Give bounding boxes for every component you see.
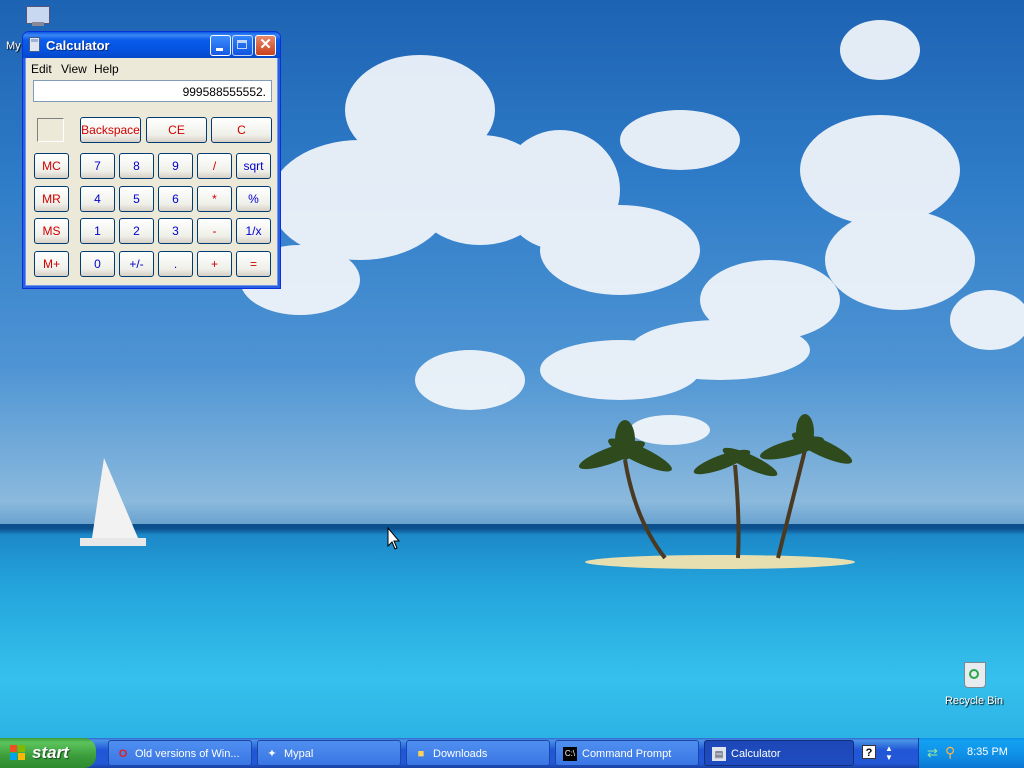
task-label: Downloads [433, 748, 488, 760]
equals-button[interactable]: = [236, 251, 271, 277]
folder-icon: ■ [417, 748, 425, 760]
percent-button[interactable]: % [236, 186, 271, 212]
calculator-icon [29, 37, 40, 52]
my-computer-icon [24, 4, 54, 30]
digit-0-button[interactable]: 0 [80, 251, 115, 277]
menu-view[interactable]: View [61, 62, 87, 76]
my-computer-label: My [6, 40, 21, 52]
clear-entry-button[interactable]: CE [146, 117, 207, 143]
clear-button[interactable]: C [211, 117, 272, 143]
show-hidden-icons-chevron-icon[interactable]: ▲ ▼ [885, 744, 897, 762]
digit-1-button[interactable]: 1 [80, 218, 115, 244]
memory-indicator [37, 118, 64, 142]
memory-add-button[interactable]: M+ [34, 251, 69, 277]
plus-button[interactable]: + [197, 251, 232, 277]
digit-8-button[interactable]: 8 [119, 153, 154, 179]
digit-3-button[interactable]: 3 [158, 218, 193, 244]
task-label: Calculator [731, 748, 781, 760]
digit-9-button[interactable]: 9 [158, 153, 193, 179]
search-icon[interactable]: ⚲ [945, 744, 955, 761]
windows-logo-icon [10, 745, 26, 761]
memory-clear-button[interactable]: MC [34, 153, 69, 179]
mypal-icon: ✦ [267, 748, 277, 760]
digit-5-button[interactable]: 5 [119, 186, 154, 212]
plus-minus-button[interactable]: +/- [119, 251, 154, 277]
recycle-bin-label: Recycle Bin [944, 695, 1004, 707]
menu-help[interactable]: Help [94, 62, 119, 76]
minimize-icon [216, 48, 223, 51]
maximize-icon [237, 40, 247, 49]
menu-bar: Edit View Help [26, 59, 277, 77]
recycle-bin-desktop-icon[interactable]: Recycle Bin [944, 656, 1004, 712]
calculator-icon: ▤ [712, 747, 726, 761]
task-label: Command Prompt [582, 748, 672, 760]
digit-2-button[interactable]: 2 [119, 218, 154, 244]
task-label: Old versions of Win... [135, 748, 240, 760]
close-button[interactable]: ✕ [255, 35, 276, 56]
taskbar-item-command-prompt[interactable]: C:\ Command Prompt [555, 740, 699, 766]
taskbar-item-mypal[interactable]: ✦ Mypal [257, 740, 401, 766]
title-bar[interactable]: Calculator ✕ [23, 32, 280, 58]
minimize-button[interactable] [210, 35, 231, 56]
cmd-icon: C:\ [563, 747, 577, 761]
task-label: Mypal [284, 748, 314, 760]
taskbar-item-opera[interactable]: O Old versions of Win... [108, 740, 252, 766]
network-icon[interactable]: ⇄ [927, 745, 938, 761]
start-label: start [32, 743, 69, 762]
calculator-window[interactable]: Calculator ✕ Edit View Help 999588555552… [22, 31, 281, 289]
recycle-bin-icon [962, 658, 986, 688]
desktop[interactable]: My Recycle Bin Calculator ✕ Edit View He… [0, 0, 1024, 738]
help-icon[interactable]: ? [862, 745, 876, 759]
memory-recall-button[interactable]: MR [34, 186, 69, 212]
divide-button[interactable]: / [197, 153, 232, 179]
digit-4-button[interactable]: 4 [80, 186, 115, 212]
menu-edit[interactable]: Edit [31, 62, 52, 76]
close-icon: ✕ [259, 36, 272, 53]
system-tray: ⇄ ⚲ 8:35 PM [918, 738, 1024, 768]
multiply-button[interactable]: * [197, 186, 232, 212]
start-button[interactable]: start [0, 738, 96, 768]
decimal-button[interactable]: . [158, 251, 193, 277]
maximize-button[interactable] [232, 35, 253, 56]
memory-store-button[interactable]: MS [34, 218, 69, 244]
reciprocal-button[interactable]: 1/x [236, 218, 271, 244]
minus-button[interactable]: - [197, 218, 232, 244]
window-title: Calculator [46, 38, 110, 53]
backspace-button[interactable]: Backspace [80, 117, 141, 143]
taskbar-item-calculator[interactable]: ▤ Calculator [704, 740, 854, 766]
digit-6-button[interactable]: 6 [158, 186, 193, 212]
opera-icon: O [118, 748, 128, 760]
taskbar: start O Old versions of Win... ✦ Mypal ■… [0, 738, 1024, 768]
taskbar-item-downloads[interactable]: ■ Downloads [406, 740, 550, 766]
digit-7-button[interactable]: 7 [80, 153, 115, 179]
clock[interactable]: 8:35 PM [967, 746, 1008, 758]
sqrt-button[interactable]: sqrt [236, 153, 271, 179]
calculator-display[interactable]: 999588555552. [33, 80, 272, 102]
